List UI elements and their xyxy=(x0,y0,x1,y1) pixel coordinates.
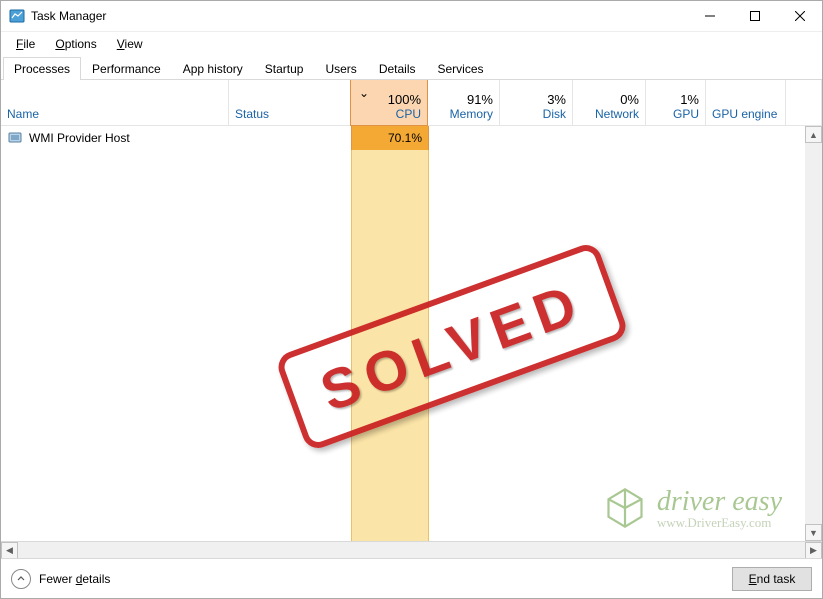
tab-users[interactable]: Users xyxy=(314,57,367,80)
title-bar: Task Manager xyxy=(1,1,822,32)
fewer-details-label: Fewer details xyxy=(39,572,110,586)
column-network-label: Network xyxy=(579,107,639,121)
close-button[interactable] xyxy=(777,1,822,31)
table-body-viewport: WMI Provider Host 70.1% SOLVED xyxy=(1,126,822,541)
task-manager-window: Task Manager File Options View Processes… xyxy=(0,0,823,599)
column-name[interactable]: Name xyxy=(1,80,229,125)
cell-gpu-engine xyxy=(708,126,788,150)
column-status-label: Status xyxy=(235,107,344,121)
memory-total-value: 91% xyxy=(433,92,493,107)
column-cpu-label: CPU xyxy=(357,107,421,121)
tab-startup[interactable]: Startup xyxy=(254,57,315,80)
tab-app-history[interactable]: App history xyxy=(172,57,254,80)
watermark-logo-icon xyxy=(603,486,647,530)
footer-bar: Fewer details End task xyxy=(1,558,822,598)
menu-file[interactable]: File xyxy=(7,34,44,54)
column-disk[interactable]: 3% Disk xyxy=(500,80,573,125)
column-name-label: Name xyxy=(7,107,222,121)
tab-details[interactable]: Details xyxy=(368,57,427,80)
watermark-url: www.DriverEasy.com xyxy=(657,516,782,529)
column-gpu-engine[interactable]: GPU engine xyxy=(706,80,786,125)
scroll-left-arrow-icon[interactable]: ◀ xyxy=(1,542,18,559)
tab-services[interactable]: Services xyxy=(427,57,495,80)
watermark-brand: driver easy xyxy=(657,488,782,516)
menu-bar: File Options View xyxy=(1,32,822,56)
column-spacer xyxy=(786,80,822,125)
process-icon xyxy=(7,130,23,146)
column-network[interactable]: 0% Network xyxy=(573,80,646,125)
column-gpu[interactable]: 1% GPU xyxy=(646,80,706,125)
cell-cpu-value: 70.1% xyxy=(388,131,422,145)
cell-disk xyxy=(502,126,575,150)
tab-processes[interactable]: Processes xyxy=(3,57,81,80)
scroll-right-arrow-icon[interactable]: ▶ xyxy=(805,542,822,559)
cell-network xyxy=(575,126,648,150)
horizontal-scrollbar[interactable]: ◀ ▶ xyxy=(1,541,822,558)
column-memory[interactable]: 91% Memory xyxy=(427,80,500,125)
minimize-icon xyxy=(705,11,715,21)
solved-stamp-overlay: SOLVED xyxy=(274,241,630,453)
vertical-scrollbar[interactable]: ▲ ▼ xyxy=(805,126,822,541)
gpu-total-value: 1% xyxy=(652,92,699,107)
process-name-text: WMI Provider Host xyxy=(29,131,130,145)
cell-memory xyxy=(429,126,502,150)
network-total-value: 0% xyxy=(579,92,639,107)
window-title: Task Manager xyxy=(31,9,687,23)
menu-options[interactable]: Options xyxy=(46,34,105,54)
tab-performance[interactable]: Performance xyxy=(81,57,172,80)
table-scroll-area: WMI Provider Host 70.1% SOLVED xyxy=(1,126,822,541)
cell-process-name: WMI Provider Host xyxy=(1,126,229,150)
hscroll-track[interactable] xyxy=(18,542,805,558)
column-gpu-label: GPU xyxy=(652,107,699,121)
menu-view[interactable]: View xyxy=(108,34,152,54)
cell-cpu: 70.1% xyxy=(351,126,429,150)
table-row[interactable]: WMI Provider Host 70.1% xyxy=(1,126,822,150)
app-icon xyxy=(9,8,25,24)
scroll-down-arrow-icon[interactable]: ▼ xyxy=(805,524,822,541)
fewer-details-toggle[interactable]: Fewer details xyxy=(11,569,732,589)
chevron-up-icon xyxy=(11,569,31,589)
watermark-overlay: driver easy www.DriverEasy.com xyxy=(603,486,782,530)
window-controls xyxy=(687,1,822,31)
column-memory-label: Memory xyxy=(433,107,493,121)
cell-gpu xyxy=(648,126,708,150)
minimize-button[interactable] xyxy=(687,1,732,31)
column-status[interactable]: Status xyxy=(229,80,351,125)
column-gpu-engine-label: GPU engine xyxy=(712,107,779,121)
vscroll-track[interactable] xyxy=(805,143,822,524)
maximize-icon xyxy=(750,11,760,21)
process-table: Name Status ⌄ 100% CPU 91% Memory 3% Dis… xyxy=(1,80,822,558)
cell-status xyxy=(229,126,351,150)
sort-indicator-icon: ⌄ xyxy=(359,86,369,100)
close-icon xyxy=(795,11,805,21)
tab-bar: Processes Performance App history Startu… xyxy=(1,56,822,80)
column-header-row: Name Status ⌄ 100% CPU 91% Memory 3% Dis… xyxy=(1,80,822,126)
maximize-button[interactable] xyxy=(732,1,777,31)
cpu-column-highlight xyxy=(351,126,429,541)
cell-spacer xyxy=(788,126,822,150)
watermark-text: driver easy www.DriverEasy.com xyxy=(657,488,782,529)
column-disk-label: Disk xyxy=(506,107,566,121)
end-task-button[interactable]: End task xyxy=(732,567,812,591)
column-cpu[interactable]: ⌄ 100% CPU xyxy=(350,80,428,126)
disk-total-value: 3% xyxy=(506,92,566,107)
